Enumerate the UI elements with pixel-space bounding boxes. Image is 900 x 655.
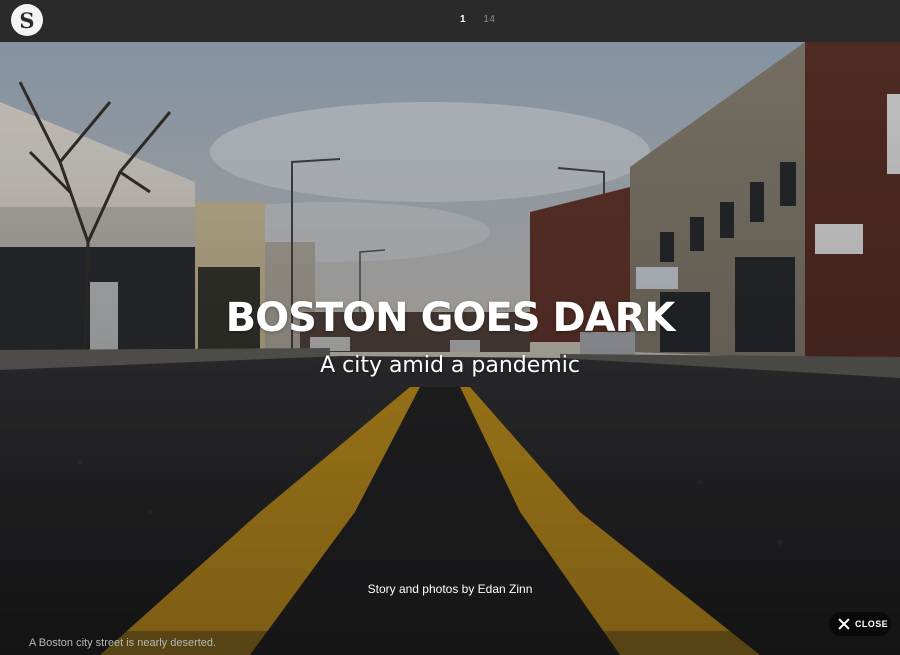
story-byline: Story and photos by Edan Zinn [367, 582, 533, 596]
street-photo [0, 42, 900, 655]
site-logo[interactable]: S [11, 4, 43, 36]
hero-photo [0, 42, 900, 655]
page-indicator: 1 14 [460, 14, 495, 25]
top-bar: S 1 14 [0, 0, 900, 43]
current-page[interactable]: 1 [460, 14, 466, 25]
photo-caption: A Boston city street is nearly deserted. [29, 637, 217, 649]
total-pages[interactable]: 14 [483, 14, 495, 25]
story-subtitle: A city amid a pandemic [320, 353, 580, 378]
story-title: BOSTON GOES DARK [225, 295, 676, 341]
close-label: CLOSE [855, 619, 889, 629]
logo-letter: S [19, 7, 35, 33]
close-icon [838, 618, 850, 630]
close-button[interactable]: CLOSE [829, 612, 891, 636]
